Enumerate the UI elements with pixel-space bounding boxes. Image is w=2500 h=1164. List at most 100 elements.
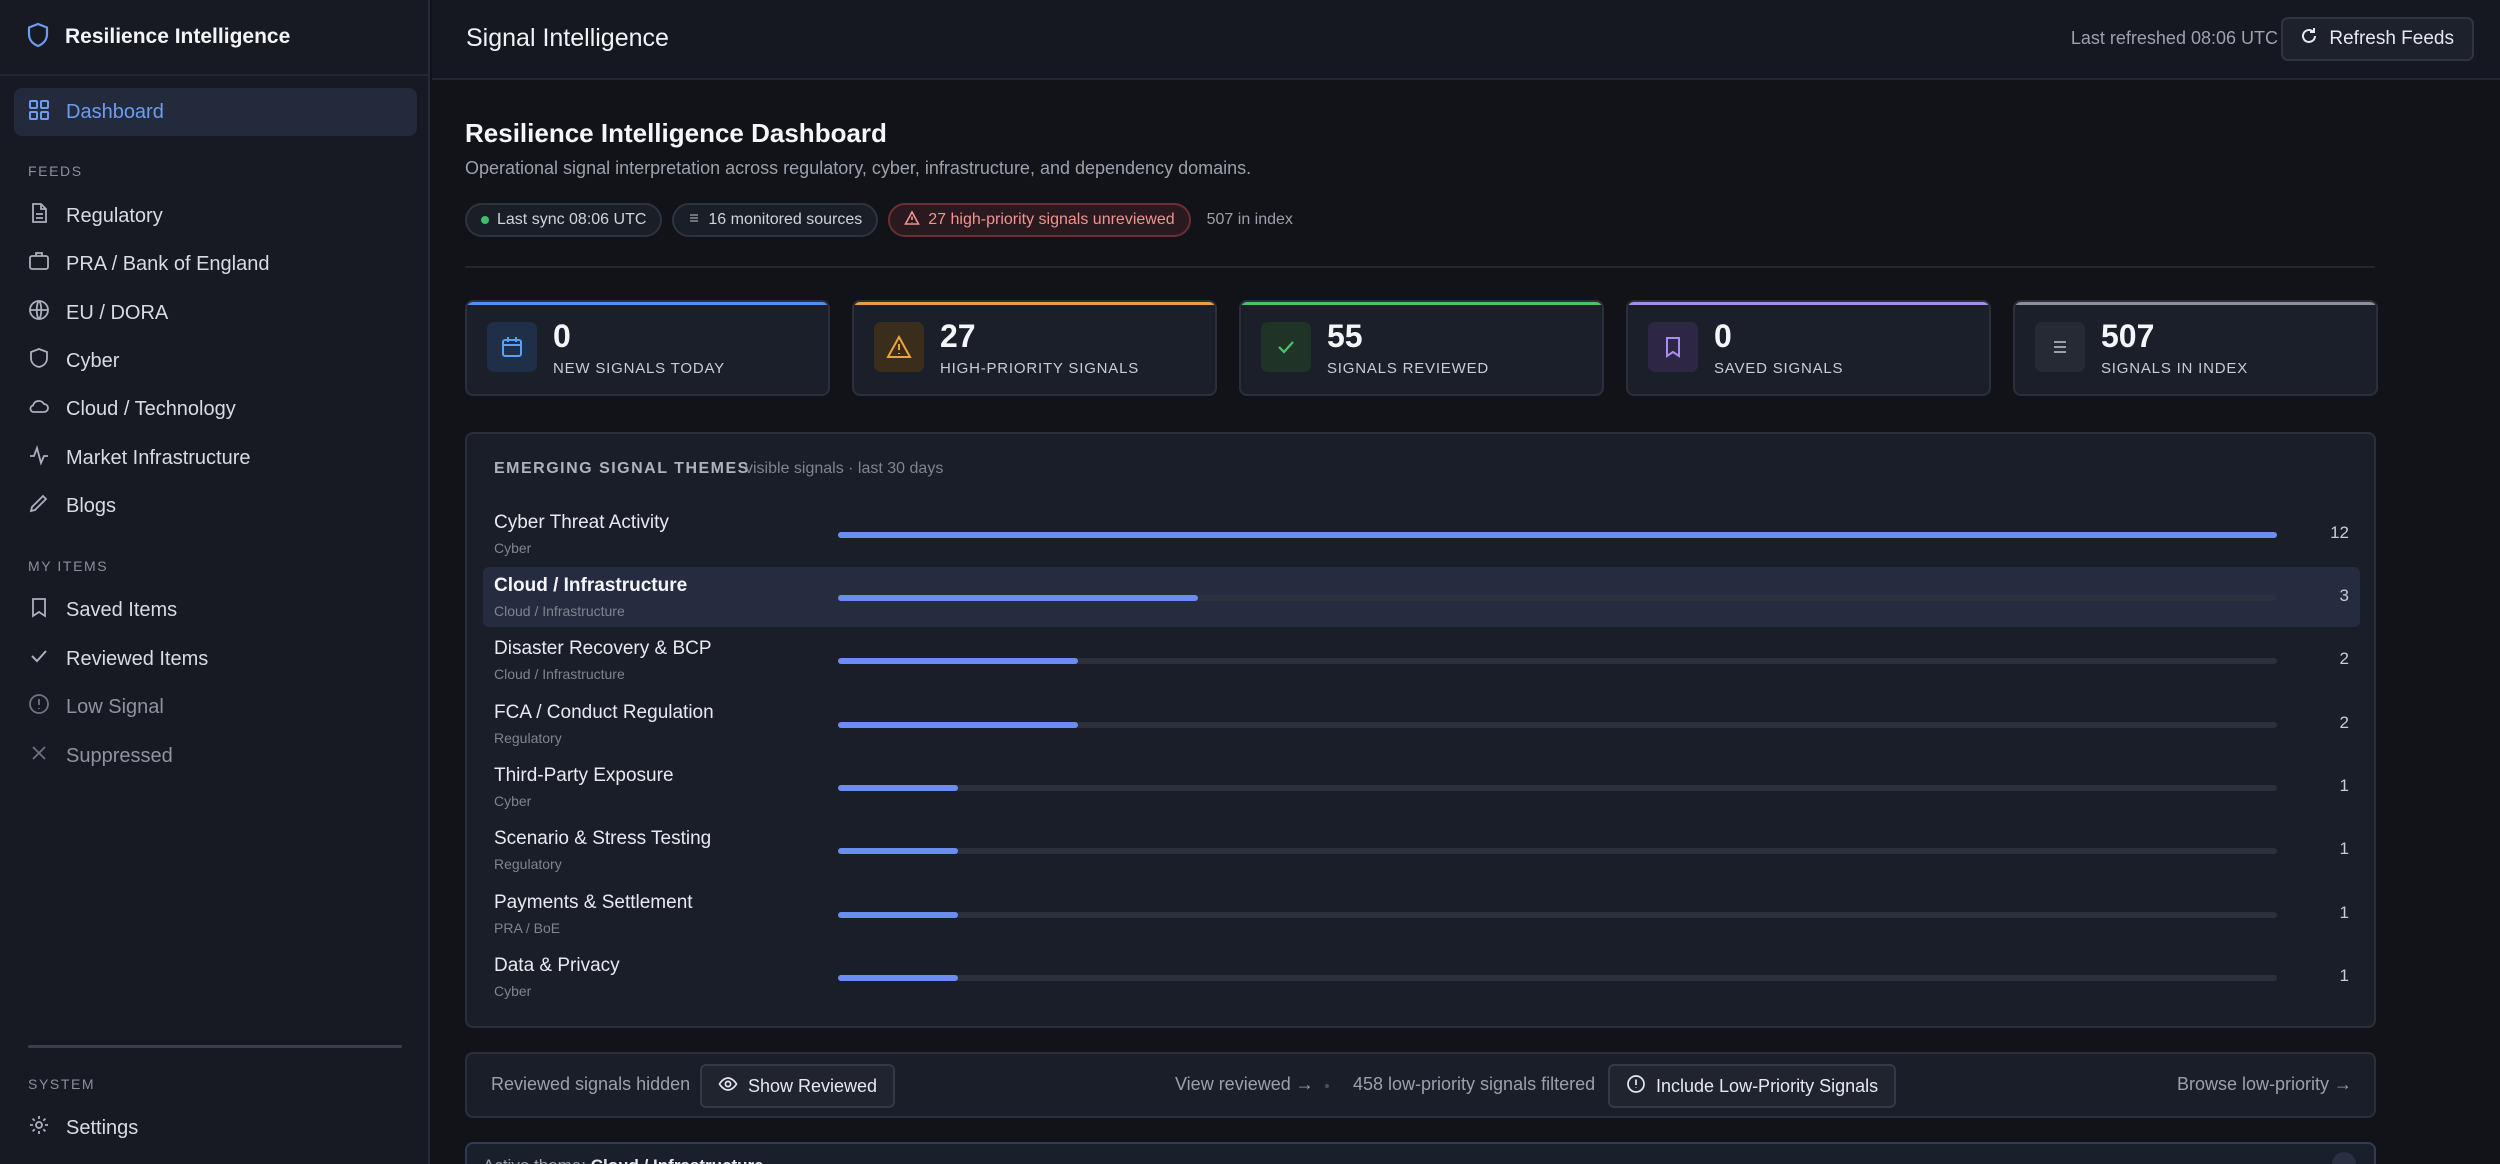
my-items-section-label: MY ITEMS — [28, 558, 109, 574]
sidebar-item-label: Dashboard — [66, 100, 164, 123]
theme-name: Cyber Threat Activity — [494, 512, 669, 533]
show-reviewed-button[interactable]: Show Reviewed — [700, 1064, 896, 1108]
sidebar-item-suppressed[interactable]: Suppressed — [14, 734, 417, 778]
stat-card-saved[interactable]: 0 SAVED SIGNALS — [1626, 300, 1991, 396]
sidebar-item-label: Cloud / Technology — [66, 397, 236, 420]
stat-value: 0 — [553, 318, 571, 354]
sidebar-item-label: Cyber — [66, 349, 120, 372]
sidebar-divider — [28, 1045, 402, 1048]
theme-bar-track — [838, 912, 2277, 918]
browse-low-priority-link[interactable]: Browse low-priority → — [2177, 1074, 2352, 1095]
stat-value: 507 — [2101, 318, 2155, 354]
theme-bar-track — [838, 532, 2277, 538]
theme-row[interactable]: Third-Party Exposure Cyber 1 — [483, 757, 2360, 817]
sidebar-item-saved[interactable]: Saved Items — [14, 588, 417, 632]
refresh-feeds-label: Refresh Feeds — [2329, 28, 2454, 49]
sidebar-item-reviewed[interactable]: Reviewed Items — [14, 637, 417, 681]
theme-row[interactable]: Scenario & Stress Testing Regulatory 1 — [483, 820, 2360, 880]
theme-category: Regulatory — [494, 730, 562, 746]
sidebar-item-blogs[interactable]: Blogs — [14, 484, 417, 528]
sidebar-item-pra[interactable]: PRA / Bank of England — [14, 242, 417, 286]
theme-name: Data & Privacy — [494, 955, 620, 976]
active-theme-text: Active theme: Cloud / Infrastructure — [483, 1156, 764, 1164]
grid-icon — [28, 99, 50, 126]
refresh-icon — [2299, 26, 2319, 52]
stat-label: NEW SIGNALS TODAY — [553, 360, 725, 377]
theme-bar-fill — [838, 975, 958, 981]
x-icon — [28, 742, 50, 770]
theme-row[interactable]: Cyber Threat Activity Cyber 12 — [483, 504, 2360, 564]
active-theme-prefix: Active theme: — [483, 1156, 586, 1164]
active-theme-name: Cloud / Infrastructure — [591, 1156, 764, 1164]
alert-circle-icon — [28, 693, 50, 721]
emerging-themes-panel: EMERGING SIGNAL THEMES visible signals ·… — [465, 432, 2376, 1028]
warning-icon — [904, 209, 921, 231]
theme-category: Cloud / Infrastructure — [494, 603, 625, 619]
theme-category: Cloud / Infrastructure — [494, 666, 625, 682]
theme-bar-fill — [838, 532, 2277, 538]
status-dot-icon — [481, 216, 489, 224]
sidebar-item-label: Regulatory — [66, 204, 163, 227]
include-low-priority-button[interactable]: Include Low-Priority Signals — [1608, 1064, 1897, 1108]
brand-name: Resilience Intelligence — [65, 25, 291, 48]
sources-chip: 16 monitored sources — [672, 203, 879, 237]
sidebar-item-eu-dora[interactable]: EU / DORA — [14, 291, 417, 335]
theme-count: 1 — [2339, 903, 2349, 922]
theme-row[interactable]: Data & Privacy Cyber 1 — [483, 947, 2360, 1007]
low-priority-filtered-text: 458 low-priority signals filtered — [1353, 1074, 1596, 1094]
separator-dot — [1325, 1084, 1329, 1088]
theme-name: Scenario & Stress Testing — [494, 828, 712, 849]
theme-count: 1 — [2339, 776, 2349, 795]
theme-count: 2 — [2339, 713, 2349, 732]
sidebar-item-market-infrastructure[interactable]: Market Infrastructure — [14, 436, 417, 480]
globe-icon — [28, 299, 50, 327]
stat-card-index[interactable]: 507 SIGNALS IN INDEX — [2013, 300, 2378, 396]
card-accent-line — [1628, 302, 1989, 305]
theme-bar-track — [838, 848, 2277, 854]
sidebar-item-label: Reviewed Items — [66, 647, 209, 670]
theme-name: Payments & Settlement — [494, 892, 693, 913]
themes-title: EMERGING SIGNAL THEMES — [494, 460, 750, 477]
sidebar-item-label: PRA / Bank of England — [66, 252, 270, 275]
theme-category: Regulatory — [494, 856, 562, 872]
stat-value: 55 — [1327, 318, 1363, 354]
sidebar-item-label: Saved Items — [66, 598, 178, 621]
theme-count: 1 — [2339, 966, 2349, 985]
bookmark-icon — [28, 596, 50, 624]
sidebar-item-dashboard[interactable]: Dashboard — [14, 88, 417, 136]
sidebar-item-low-signal[interactable]: Low Signal — [14, 685, 417, 729]
card-accent-line — [2015, 302, 2376, 305]
eye-icon — [718, 1074, 738, 1099]
theme-count: 3 — [2339, 586, 2349, 605]
sidebar: Resilience Intelligence Dashboard FEEDS … — [0, 0, 430, 1164]
theme-bar-track — [838, 722, 2277, 728]
cloud-icon — [28, 395, 50, 423]
theme-row[interactable]: FCA / Conduct Regulation Regulatory 2 — [483, 694, 2360, 754]
theme-row[interactable]: Disaster Recovery & BCP Cloud / Infrastr… — [483, 630, 2360, 690]
stat-cards: 0 NEW SIGNALS TODAY 27 HIGH-PRIORITY SIG… — [465, 300, 2378, 396]
last-refreshed-text: Last refreshed 08:06 UTC — [2070, 28, 2278, 48]
sidebar-item-label: EU / DORA — [66, 301, 169, 324]
clear-theme-close-icon[interactable] — [2332, 1152, 2356, 1164]
document-icon — [28, 202, 50, 230]
stat-card-reviewed[interactable]: 55 SIGNALS REVIEWED — [1239, 300, 1604, 396]
sidebar-item-regulatory[interactable]: Regulatory — [14, 194, 417, 238]
refresh-feeds-button[interactable]: Refresh Feeds — [2281, 17, 2474, 61]
brand[interactable]: Resilience Intelligence — [0, 0, 428, 76]
stat-label: HIGH-PRIORITY SIGNALS — [940, 360, 1140, 377]
card-accent-line — [1241, 302, 1602, 305]
card-accent-line — [467, 302, 828, 305]
high-priority-warning-chip[interactable]: 27 high-priority signals unreviewed — [888, 203, 1191, 237]
sidebar-item-settings[interactable]: Settings — [14, 1106, 417, 1150]
theme-row[interactable]: Payments & Settlement PRA / BoE 1 — [483, 884, 2360, 944]
sidebar-item-cloud[interactable]: Cloud / Technology — [14, 387, 417, 431]
view-reviewed-link[interactable]: View reviewed → — [1175, 1074, 1314, 1095]
sidebar-item-cyber[interactable]: Cyber — [14, 339, 417, 383]
theme-row-active[interactable]: Cloud / Infrastructure Cloud / Infrastru… — [483, 567, 2360, 627]
stat-card-new-signals[interactable]: 0 NEW SIGNALS TODAY — [465, 300, 830, 396]
stat-card-high-priority[interactable]: 27 HIGH-PRIORITY SIGNALS — [852, 300, 1217, 396]
stat-label: SIGNALS REVIEWED — [1327, 360, 1490, 377]
sources-chip-label: 16 monitored sources — [708, 211, 863, 228]
check-icon — [1261, 322, 1311, 372]
calendar-icon — [487, 322, 537, 372]
